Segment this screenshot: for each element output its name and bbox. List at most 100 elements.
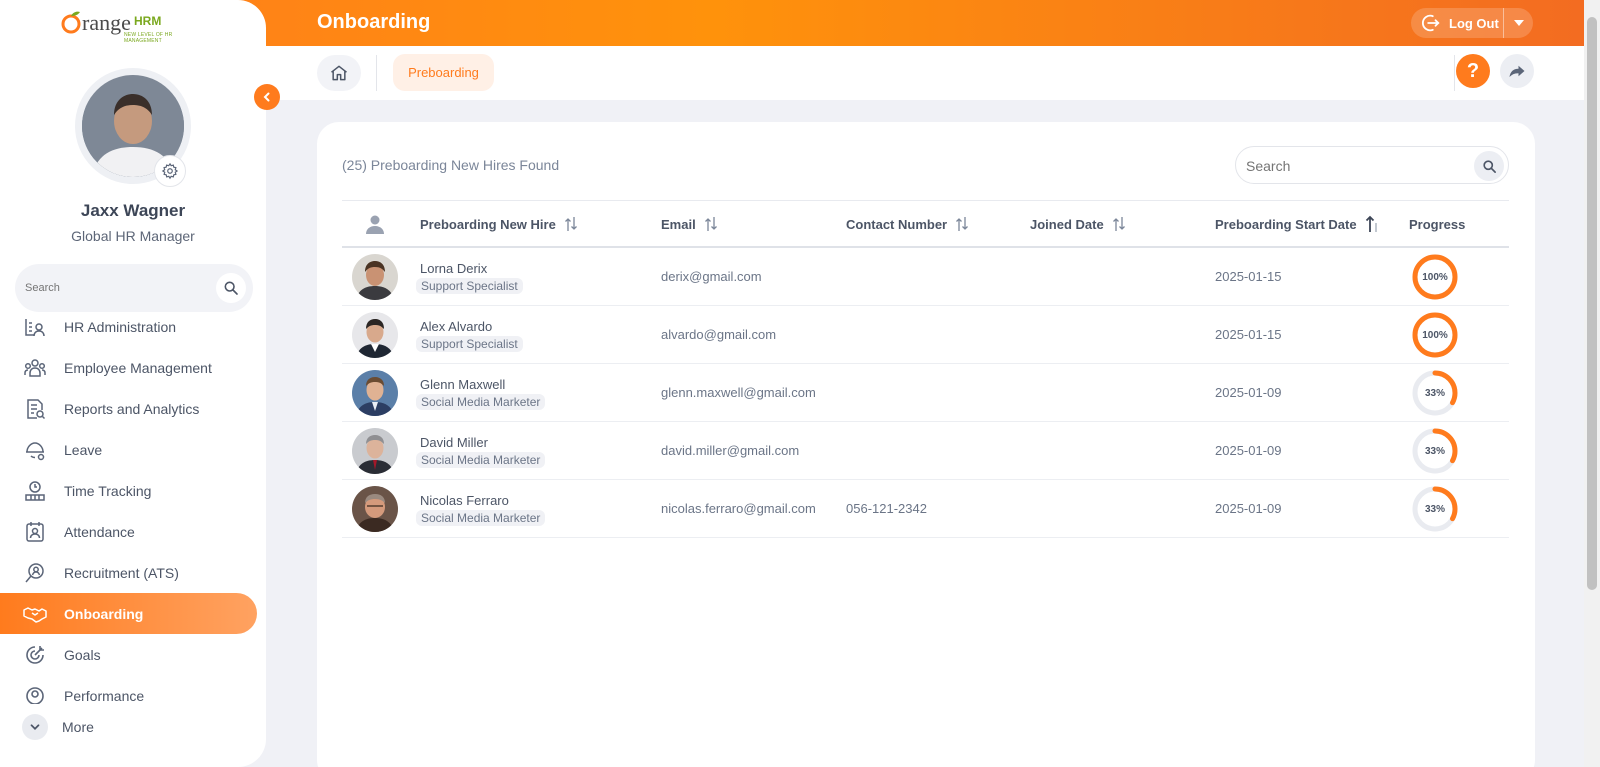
- home-button[interactable]: [317, 55, 361, 91]
- email-cell: derix@gmail.com: [661, 269, 762, 284]
- table-row[interactable]: David Miller Social Media Marketer david…: [342, 422, 1509, 480]
- hire-name[interactable]: Alex Alvardo: [420, 319, 492, 334]
- progress-label: 33%: [1424, 445, 1445, 457]
- sidebar-item-employee-management[interactable]: Employee Management: [0, 347, 257, 388]
- column-header-contact[interactable]: Contact Number: [846, 201, 969, 247]
- list-search: [1235, 146, 1509, 184]
- table-row[interactable]: Nicolas Ferraro Social Media Marketer ni…: [342, 480, 1509, 538]
- profile-avatar-frame: [75, 68, 191, 187]
- job-title-badge: Support Specialist: [416, 336, 523, 352]
- home-icon: [331, 65, 347, 81]
- progress-ring: 33%: [1411, 427, 1459, 475]
- progress-ring: 100%: [1411, 311, 1459, 359]
- column-header-hire[interactable]: Preboarding New Hire: [420, 201, 578, 247]
- sidebar-item-label: Leave: [64, 441, 103, 458]
- sort-icon[interactable]: [704, 216, 718, 232]
- sidebar: range HRM NEW LEVEL OF HR MANAGEMENT Jax…: [0, 0, 266, 767]
- chevron-left-icon: [263, 92, 270, 102]
- scrollbar-thumb[interactable]: [1587, 17, 1597, 590]
- page-scrollbar[interactable]: [1584, 0, 1600, 767]
- column-header-photo: [366, 201, 384, 247]
- job-title-badge: Social Media Marketer: [416, 394, 546, 410]
- subheader-divider: [376, 55, 377, 91]
- start-date-cell: 2025-01-15: [1215, 327, 1282, 342]
- sidebar-item-attendance[interactable]: Attendance: [0, 511, 257, 552]
- column-header-label: Preboarding New Hire: [420, 216, 556, 232]
- attendance-icon: [22, 519, 48, 545]
- hire-name[interactable]: David Miller: [420, 435, 488, 450]
- gear-icon: [161, 162, 179, 180]
- list-search-input[interactable]: [1246, 156, 1466, 176]
- sidebar-search-button[interactable]: [216, 273, 246, 303]
- job-title-badge: Social Media Marketer: [416, 510, 546, 526]
- sidebar-item-label: Goals: [64, 646, 101, 663]
- search-icon: [1482, 159, 1496, 173]
- logo-hrm: HRM: [134, 14, 162, 28]
- page-title: Onboarding: [317, 11, 431, 33]
- tab-preboarding[interactable]: Preboarding: [393, 54, 494, 91]
- sort-icon[interactable]: [1112, 216, 1126, 232]
- avatar: [352, 428, 398, 474]
- contact-cell: 056-121-2342: [846, 501, 927, 516]
- logo: range HRM NEW LEVEL OF HR MANAGEMENT: [60, 8, 210, 44]
- table-row[interactable]: Alex Alvardo Support Specialist alvardo@…: [342, 306, 1509, 364]
- table-body: Lorna Derix Support Specialist derix@gma…: [342, 248, 1509, 538]
- table-row[interactable]: Lorna Derix Support Specialist derix@gma…: [342, 248, 1509, 306]
- search-icon: [224, 281, 238, 295]
- caret-down-icon: [1513, 20, 1524, 26]
- user-name: Jaxx Wagner: [80, 201, 186, 220]
- hire-name[interactable]: Nicolas Ferraro: [420, 493, 509, 508]
- column-header-label: Preboarding Start Date: [1215, 216, 1357, 232]
- sidebar-item-time-tracking[interactable]: Time Tracking: [0, 470, 257, 511]
- progress-ring: 33%: [1411, 369, 1459, 417]
- subheader-divider-right: [1454, 55, 1455, 91]
- sidebar-item-label: Recruitment (ATS): [64, 564, 179, 581]
- more-button[interactable]: More: [22, 714, 94, 740]
- profile-settings-button[interactable]: [154, 155, 186, 187]
- share-icon: [1509, 65, 1525, 77]
- logout-label: Log Out: [1449, 15, 1499, 31]
- performance-icon: [22, 683, 48, 704]
- start-date-cell: 2025-01-09: [1215, 501, 1282, 516]
- sidebar-item-leave[interactable]: Leave: [0, 429, 257, 470]
- hire-name[interactable]: Lorna Derix: [420, 261, 487, 276]
- sidebar-item-performance[interactable]: Performance: [0, 675, 257, 704]
- user-icon: [366, 215, 384, 234]
- progress-label: 100%: [1422, 271, 1448, 283]
- sidebar-item-label: Attendance: [64, 523, 135, 540]
- sidebar-item-hr-administration[interactable]: HR Administration: [0, 312, 257, 347]
- sidebar-item-onboarding[interactable]: Onboarding: [0, 593, 257, 634]
- sidebar-item-label: Employee Management: [64, 359, 212, 376]
- sort-ascending-icon[interactable]: [1365, 215, 1379, 233]
- job-title-badge: Social Media Marketer: [416, 452, 546, 468]
- share-button[interactable]: [1500, 54, 1534, 88]
- logout-button[interactable]: Log Out: [1411, 8, 1503, 38]
- logout-group: Log Out: [1411, 8, 1533, 38]
- start-date-cell: 2025-01-09: [1215, 385, 1282, 400]
- avatar: [352, 370, 398, 416]
- account-menu-button[interactable]: [1504, 8, 1533, 38]
- sidebar-item-reports-and-analytics[interactable]: Reports and Analytics: [0, 388, 257, 429]
- sort-icon[interactable]: [955, 216, 969, 232]
- progress-ring: 33%: [1411, 485, 1459, 533]
- sidebar-search-input[interactable]: [25, 278, 205, 298]
- start-date-cell: 2025-01-09: [1215, 443, 1282, 458]
- sidebar-collapse-button[interactable]: [254, 84, 280, 110]
- email-cell: glenn.maxwell@gmail.com: [661, 385, 816, 400]
- orange-logo-icon: [61, 11, 81, 34]
- sidebar-search: [15, 264, 253, 312]
- user-role: Global HR Manager: [71, 228, 195, 244]
- column-header-joined[interactable]: Joined Date: [1030, 201, 1126, 247]
- email-cell: alvardo@gmail.com: [661, 327, 777, 342]
- sidebar-item-goals[interactable]: Goals: [0, 634, 257, 675]
- list-search-button[interactable]: [1474, 151, 1504, 181]
- sort-icon[interactable]: [564, 216, 578, 232]
- sidebar-item-recruitment[interactable]: Recruitment (ATS): [0, 552, 257, 593]
- column-header-email[interactable]: Email: [661, 201, 718, 247]
- start-date-cell: 2025-01-15: [1215, 269, 1282, 284]
- help-button[interactable]: ?: [1456, 54, 1490, 88]
- table-row[interactable]: Glenn Maxwell Social Media Marketer glen…: [342, 364, 1509, 422]
- hire-name[interactable]: Glenn Maxwell: [420, 377, 505, 392]
- progress-label: 33%: [1424, 387, 1445, 399]
- column-header-start[interactable]: Preboarding Start Date: [1215, 201, 1379, 247]
